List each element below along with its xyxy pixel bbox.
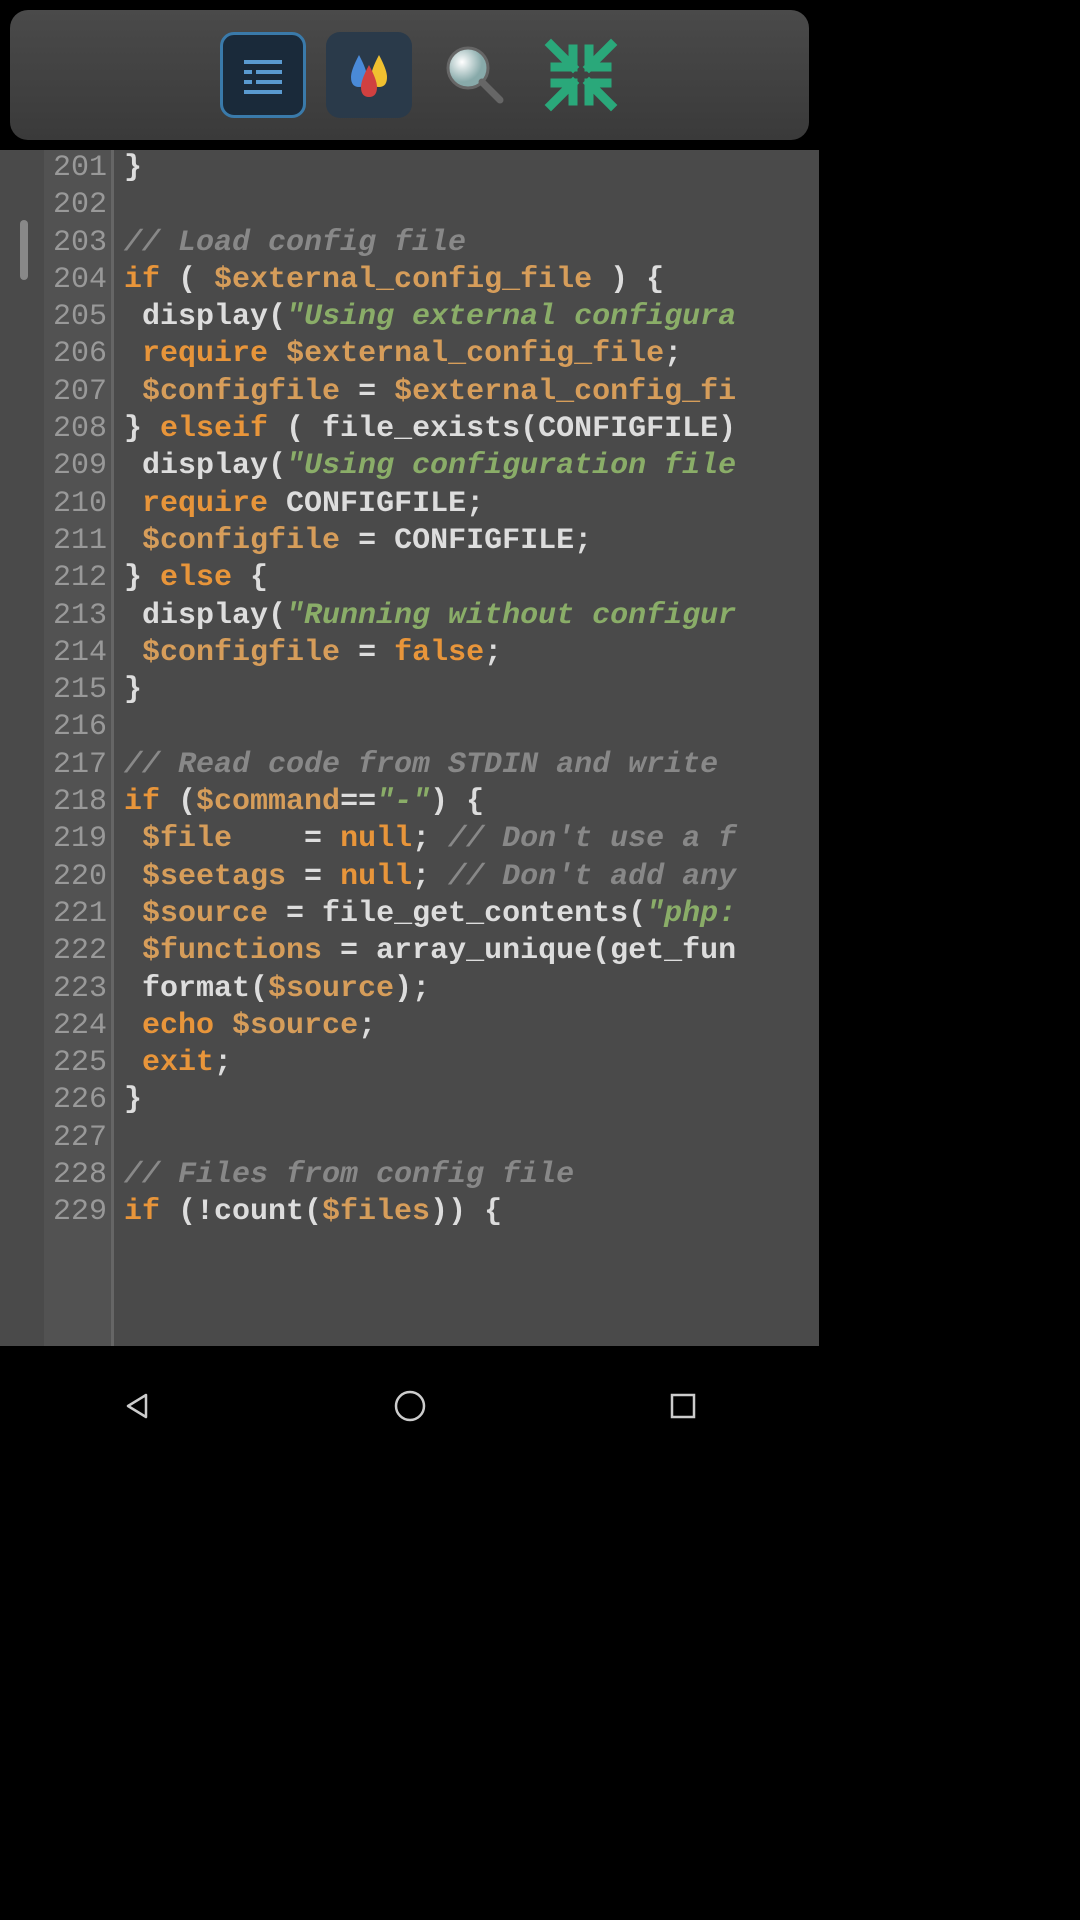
line-number: 229 (44, 1194, 107, 1231)
android-nav-bar (0, 1356, 819, 1456)
line-number: 211 (44, 523, 107, 560)
scrollbar-track[interactable] (0, 150, 44, 1346)
code-line[interactable]: exit; (124, 1045, 819, 1082)
code-line[interactable]: $seetags = null; // Don't add any (124, 859, 819, 896)
code-line[interactable]: format($source); (124, 971, 819, 1008)
line-number: 226 (44, 1082, 107, 1119)
line-number: 209 (44, 448, 107, 485)
line-number: 221 (44, 896, 107, 933)
recent-button[interactable] (663, 1386, 703, 1426)
toolbar (10, 10, 809, 140)
code-line[interactable]: $source = file_get_contents("php: (124, 896, 819, 933)
color-drops-icon (339, 45, 399, 105)
line-number: 207 (44, 374, 107, 411)
code-line[interactable] (124, 1120, 819, 1157)
scrollbar-thumb[interactable] (20, 220, 28, 280)
code-content[interactable]: } // Load config fileif ( $external_conf… (114, 150, 819, 1346)
line-number: 224 (44, 1008, 107, 1045)
line-number: 201 (44, 150, 107, 187)
line-number: 212 (44, 560, 107, 597)
line-number: 205 (44, 299, 107, 336)
code-line[interactable]: $configfile = $external_config_fi (124, 374, 819, 411)
code-line[interactable]: display("Using external configura (124, 299, 819, 336)
line-number: 218 (44, 784, 107, 821)
line-number: 223 (44, 971, 107, 1008)
code-line[interactable]: } elseif ( file_exists(CONFIGFILE) (124, 411, 819, 448)
code-line[interactable]: $configfile = false; (124, 635, 819, 672)
line-number: 208 (44, 411, 107, 448)
code-line[interactable]: // Load config file (124, 225, 819, 262)
home-button[interactable] (390, 1386, 430, 1426)
code-line[interactable]: $configfile = CONFIGFILE; (124, 523, 819, 560)
code-line[interactable]: } (124, 1082, 819, 1119)
line-number: 216 (44, 709, 107, 746)
line-number: 204 (44, 262, 107, 299)
code-line[interactable]: // Read code from STDIN and write (124, 747, 819, 784)
line-number: 220 (44, 859, 107, 896)
line-number: 225 (44, 1045, 107, 1082)
back-button[interactable] (117, 1386, 157, 1426)
code-line[interactable]: } else { (124, 560, 819, 597)
line-number: 215 (44, 672, 107, 709)
line-number: 217 (44, 747, 107, 784)
code-line[interactable]: echo $source; (124, 1008, 819, 1045)
line-number: 202 (44, 187, 107, 224)
code-line[interactable]: display("Running without configur (124, 598, 819, 635)
line-number: 222 (44, 933, 107, 970)
line-number-gutter: 2012022032042052062072082092102112122132… (44, 150, 114, 1346)
line-number: 227 (44, 1120, 107, 1157)
line-number: 213 (44, 598, 107, 635)
line-number: 206 (44, 336, 107, 373)
line-number: 219 (44, 821, 107, 858)
code-line[interactable] (124, 709, 819, 746)
code-line[interactable]: // Files from config file (124, 1157, 819, 1194)
line-number: 214 (44, 635, 107, 672)
code-line[interactable]: $functions = array_unique(get_fun (124, 933, 819, 970)
line-number: 228 (44, 1157, 107, 1194)
recent-square-icon (669, 1392, 697, 1420)
magnifier-icon (440, 40, 510, 110)
collapse-arrows-icon (543, 37, 619, 113)
code-line[interactable]: $file = null; // Don't use a f (124, 821, 819, 858)
home-circle-icon (393, 1389, 427, 1423)
line-number: 210 (44, 486, 107, 523)
code-line[interactable]: } (124, 672, 819, 709)
code-line[interactable]: require CONFIGFILE; (124, 486, 819, 523)
line-number: 203 (44, 225, 107, 262)
code-line[interactable] (124, 187, 819, 224)
color-picker-button[interactable] (326, 32, 412, 118)
search-button[interactable] (432, 32, 518, 118)
collapse-button[interactable] (538, 32, 624, 118)
code-line[interactable]: if (!count($files)) { (124, 1194, 819, 1231)
back-triangle-icon (122, 1391, 152, 1421)
code-editor[interactable]: 2012022032042052062072082092102112122132… (0, 150, 819, 1346)
code-line[interactable]: display("Using configuration file (124, 448, 819, 485)
code-line[interactable]: require $external_config_file; (124, 336, 819, 373)
code-view-button[interactable] (220, 32, 306, 118)
code-view-icon (238, 50, 288, 100)
code-line[interactable]: if ($command=="-") { (124, 784, 819, 821)
code-line[interactable]: } (124, 150, 819, 187)
code-line[interactable]: if ( $external_config_file ) { (124, 262, 819, 299)
